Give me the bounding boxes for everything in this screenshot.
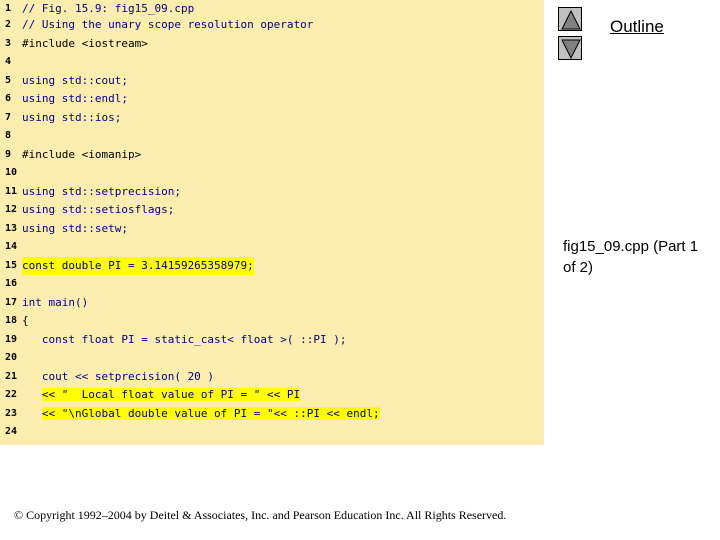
line-number: 18 [5, 315, 18, 326]
code-text: using std::setiosflags; [22, 203, 175, 216]
code-line: 4 [0, 53, 544, 71]
code-line: 14 [0, 238, 544, 256]
code-line: 13 using std::setw; [0, 220, 544, 238]
highlighted-segment: << "\nGlobal double value of PI = "<< ::… [41, 407, 380, 420]
code-text: using std::endl; [22, 92, 128, 105]
next-slide-button[interactable] [558, 36, 582, 60]
line-number: 20 [5, 352, 18, 363]
line-number: 15 [5, 260, 18, 271]
line-number: 23 [5, 408, 18, 419]
line-number: 7 [5, 112, 12, 123]
code-line: 5 using std::cout; [0, 72, 544, 90]
line-number: 16 [5, 278, 18, 289]
line-number: 19 [5, 334, 18, 345]
code-text: #include <iostream> [22, 37, 148, 50]
line-number: 14 [5, 241, 18, 252]
code-line: 7 using std::ios; [0, 109, 544, 127]
code-text: { [22, 314, 29, 327]
code-line: 2 // Using the unary scope resolution ope… [0, 16, 544, 34]
code-text: cout << setprecision( 20 ) [22, 370, 215, 383]
code-text-highlighted: << " Local float value of PI = " << PI [22, 386, 301, 404]
code-text: int main() [22, 296, 89, 309]
code-text: using std::setprecision; [22, 185, 181, 198]
line-number: 21 [5, 371, 18, 382]
code-line: 8 [0, 127, 544, 145]
line-number: 9 [5, 149, 12, 160]
code-text: using std::ios; [22, 111, 122, 124]
code-text-highlighted: const double PI = 3.14159265358979; [22, 257, 254, 275]
code-line: 18 { [0, 312, 544, 330]
code-line: 17 int main() [0, 294, 544, 312]
line-number: 17 [5, 297, 18, 308]
code-line: 15 const double PI = 3.14159265358979; [0, 257, 544, 275]
code-line: 23 << "\nGlobal double value of PI = "<<… [0, 405, 544, 423]
triangle-down-icon [561, 39, 581, 60]
line-number: 4 [5, 56, 12, 67]
line-number: 2 [5, 19, 12, 30]
code-text: // Using the unary scope resolution oper… [22, 18, 314, 31]
code-line: 22 << " Local float value of PI = " << P… [0, 386, 544, 404]
code-line: 19 const float PI = static_cast< float >… [0, 331, 544, 349]
line-number: 5 [5, 75, 12, 86]
code-line: 11 using std::setprecision; [0, 183, 544, 201]
code-line: 12 using std::setiosflags; [0, 201, 544, 219]
code-text: using std::cout; [22, 74, 128, 87]
code-line: 21 cout << setprecision( 20 ) [0, 368, 544, 386]
line-number: 6 [5, 93, 12, 104]
line-number: 10 [5, 167, 18, 178]
code-text-highlighted: << "\nGlobal double value of PI = "<< ::… [22, 405, 380, 423]
line-number: 11 [5, 186, 18, 197]
previous-slide-button[interactable] [558, 7, 582, 31]
copyright-notice: © Copyright 1992–2004 by Deitel & Associ… [14, 508, 507, 522]
code-line: 24 [0, 423, 544, 441]
code-line: 3 #include <iostream> [0, 35, 544, 53]
code-text: #include <iomanip> [22, 148, 142, 161]
code-line: 10 [0, 164, 544, 182]
code-line: 9 #include <iomanip> [0, 146, 544, 164]
line-number: 22 [5, 389, 18, 400]
outline-link[interactable]: Outline [610, 17, 664, 37]
code-line: 16 [0, 275, 544, 293]
code-text: const float PI = static_cast< float >( :… [22, 333, 347, 346]
triangle-up-icon [561, 9, 581, 30]
code-text: using std::setw; [22, 222, 128, 235]
highlighted-segment: << " Local float value of PI = " << PI [41, 388, 301, 401]
code-line: 6 using std::endl; [0, 90, 544, 108]
line-number: 13 [5, 223, 18, 234]
file-caption: fig15_09.cpp (Part 1 of 2) [563, 238, 699, 276]
line-number: 12 [5, 204, 18, 215]
code-listing-panel: 1// Fig. 15.9: fig15_09.cpp 2// Using th… [0, 0, 544, 445]
code-line: 20 [0, 349, 544, 367]
line-number: 24 [5, 426, 18, 437]
line-number: 3 [5, 38, 12, 49]
line-number: 8 [5, 130, 12, 141]
